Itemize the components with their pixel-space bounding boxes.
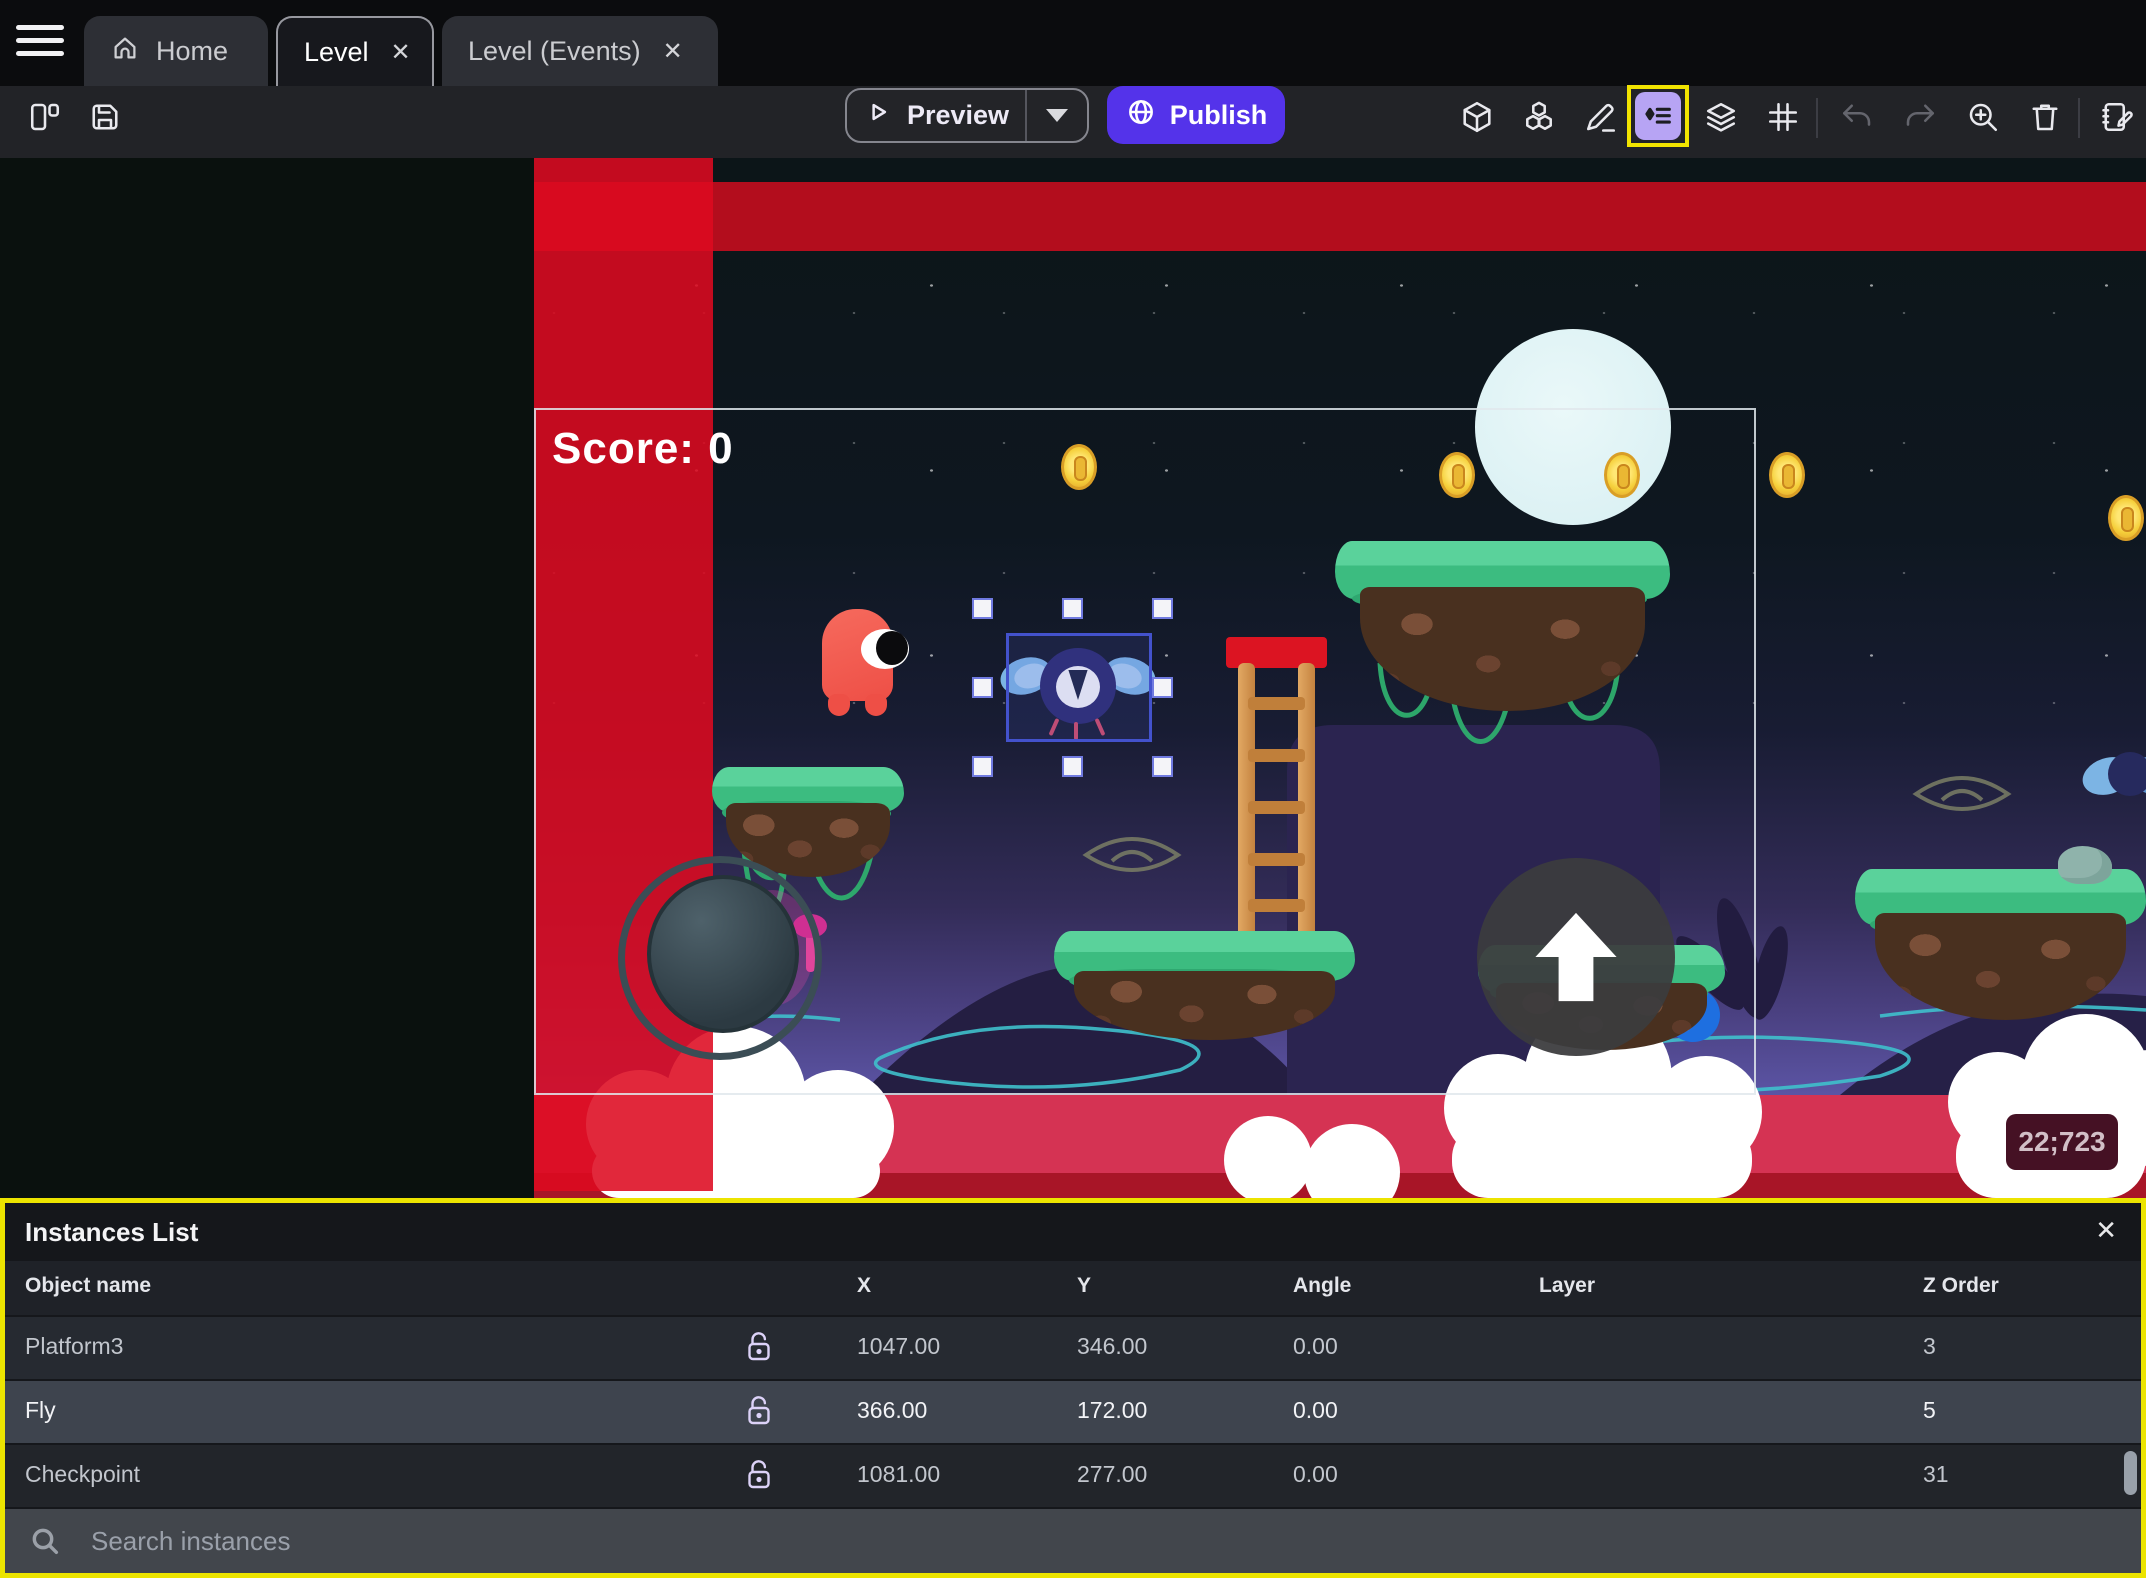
instances-panel: Instances List ✕ Object name X Y Angle L… xyxy=(0,1198,2146,1578)
instances-list-icon[interactable] xyxy=(1635,92,1681,140)
close-icon[interactable]: ✕ xyxy=(663,37,683,66)
rock-object[interactable] xyxy=(2058,846,2112,884)
lock-open-icon[interactable] xyxy=(745,1394,773,1434)
cell-z-order: 3 xyxy=(1923,1333,1936,1359)
chevron-down-icon xyxy=(1046,109,1068,122)
toolbar-divider xyxy=(1816,98,1818,138)
layers-icon[interactable] xyxy=(1700,96,1742,138)
tab-level[interactable]: Level ✕ xyxy=(276,16,434,86)
cell-x: 366.00 xyxy=(857,1397,928,1423)
tab-home[interactable]: Home xyxy=(84,16,268,86)
scene-canvas[interactable]: Score: 0 22;723 xyxy=(0,158,2146,1198)
redo-icon[interactable] xyxy=(1899,96,1941,138)
search-bar xyxy=(5,1509,2141,1573)
table-row-selected[interactable]: Fly 366.00 172.00 0.00 5 xyxy=(5,1381,2141,1443)
table-row[interactable]: Platform3 1047.00 346.00 0.00 3 xyxy=(5,1317,2141,1379)
menu-icon[interactable] xyxy=(16,25,64,61)
tab-home-label: Home xyxy=(156,35,229,66)
coin-object[interactable] xyxy=(2108,495,2144,541)
cell-y: 277.00 xyxy=(1077,1461,1148,1487)
cursor-coordinates-badge: 22;723 xyxy=(2006,1114,2118,1170)
tab-level-events-label: Level (Events) xyxy=(468,35,641,66)
search-input[interactable] xyxy=(89,1519,993,1563)
preview-button[interactable]: Preview xyxy=(845,88,1089,143)
app-window: Home Level ✕ Level (Events) ✕ Preview Pu… xyxy=(0,0,2146,1578)
preview-label: Preview xyxy=(906,100,1010,130)
tab-level-events[interactable]: Level (Events) ✕ xyxy=(442,16,718,86)
coin-object[interactable] xyxy=(1769,452,1805,498)
cell-angle: 0.00 xyxy=(1293,1333,1338,1359)
objects-cube-icon[interactable] xyxy=(1456,96,1498,138)
tab-level-label: Level xyxy=(304,36,369,67)
cell-z-order: 5 xyxy=(1923,1397,1936,1423)
instances-list-icon-highlight xyxy=(1627,85,1689,147)
lock-open-icon[interactable] xyxy=(745,1458,773,1498)
cell-x: 1047.00 xyxy=(857,1333,941,1359)
layout-panels-icon[interactable] xyxy=(24,96,66,138)
score-text-object[interactable]: Score: 0 xyxy=(552,424,734,474)
undo-icon[interactable] xyxy=(1836,96,1878,138)
column-layer[interactable]: Layer xyxy=(1539,1274,1595,1298)
cell-angle: 0.00 xyxy=(1293,1461,1338,1487)
zoom-in-icon[interactable] xyxy=(1962,96,2004,138)
cell-y: 172.00 xyxy=(1077,1397,1148,1423)
cell-object-name: Fly xyxy=(25,1397,56,1423)
cell-y: 346.00 xyxy=(1077,1333,1148,1359)
cell-object-name: Checkpoint xyxy=(25,1461,141,1487)
scrollbar-thumb[interactable] xyxy=(2124,1451,2137,1495)
close-icon[interactable]: ✕ xyxy=(391,38,411,67)
publish-button[interactable]: Publish xyxy=(1107,86,1285,144)
object-groups-icon[interactable] xyxy=(1518,96,1560,138)
camera-frame-border xyxy=(534,408,1756,1095)
lock-open-icon[interactable] xyxy=(745,1330,773,1370)
publish-label: Publish xyxy=(1169,99,1268,130)
cell-object-name: Platform3 xyxy=(25,1333,124,1359)
column-angle[interactable]: Angle xyxy=(1293,1274,1351,1298)
toolbar-divider xyxy=(2078,98,2080,138)
edit-pen-icon[interactable] xyxy=(1580,96,1622,138)
close-icon[interactable]: ✕ xyxy=(2095,1215,2117,1246)
trash-icon[interactable] xyxy=(2024,96,2066,138)
column-z-order[interactable]: Z Order xyxy=(1923,1274,1999,1298)
column-x[interactable]: X xyxy=(857,1274,871,1298)
fly-object-edge[interactable] xyxy=(2077,744,2146,814)
table-header: Object name X Y Angle Layer Z Order xyxy=(5,1261,2141,1315)
column-y[interactable]: Y xyxy=(1077,1274,1091,1298)
grid-icon[interactable] xyxy=(1762,96,1804,138)
cell-z-order: 31 xyxy=(1923,1461,1949,1487)
cell-angle: 0.00 xyxy=(1293,1397,1338,1423)
save-icon[interactable] xyxy=(84,96,126,138)
platform-right[interactable] xyxy=(1855,869,2146,1020)
cell-x: 1081.00 xyxy=(857,1461,941,1487)
panel-title: Instances List xyxy=(25,1217,199,1247)
tab-bar: Home Level ✕ Level (Events) ✕ xyxy=(0,0,2146,86)
preview-options-button[interactable] xyxy=(1025,90,1087,141)
home-icon xyxy=(110,33,140,70)
search-icon xyxy=(32,1528,59,1555)
play-icon xyxy=(863,97,893,134)
table-row[interactable]: Checkpoint 1081.00 277.00 0.00 31 xyxy=(5,1445,2141,1507)
globe-icon xyxy=(1125,96,1157,135)
properties-editor-icon[interactable] xyxy=(2096,96,2138,138)
column-object-name[interactable]: Object name xyxy=(25,1274,151,1298)
